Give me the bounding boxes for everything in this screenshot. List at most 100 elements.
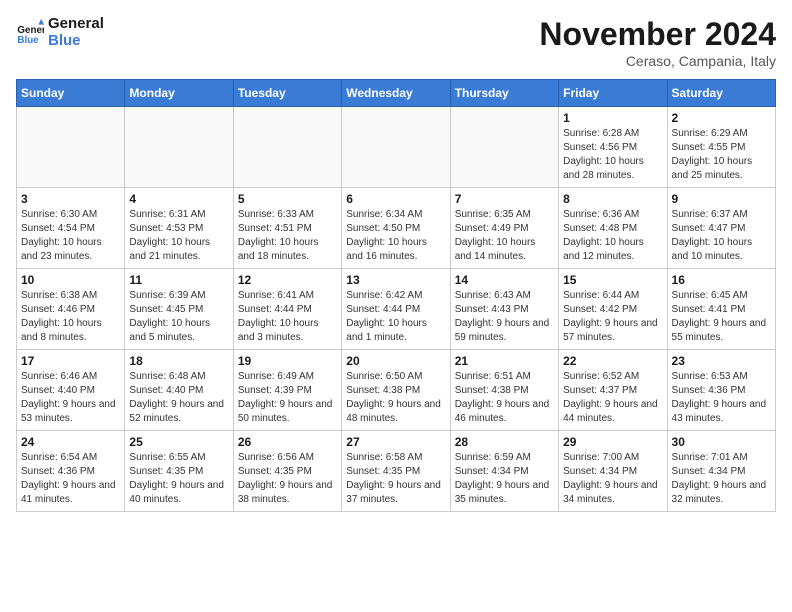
calendar-day-cell: 8Sunrise: 6:36 AMSunset: 4:48 PMDaylight… xyxy=(559,188,667,269)
day-number: 1 xyxy=(563,111,662,125)
day-info: Sunrise: 6:42 AMSunset: 4:44 PMDaylight:… xyxy=(346,289,445,345)
calendar-day-cell: 3Sunrise: 6:30 AMSunset: 4:54 PMDaylight… xyxy=(17,188,125,269)
calendar-week-row: 17Sunrise: 6:46 AMSunset: 4:40 PMDayligh… xyxy=(17,350,776,431)
day-number: 23 xyxy=(672,354,771,368)
day-number: 27 xyxy=(346,435,445,449)
calendar-day-cell: 28 Sunrise: 6:59 AMSunset: 4:34 PMDayligh… xyxy=(450,431,558,512)
day-info: Sunrise: 6:45 AMSunset: 4:41 PMDaylight:… xyxy=(672,289,771,345)
day-info: Sunrise: 6:28 AMSunset: 4:56 PMDaylight:… xyxy=(563,127,662,183)
day-info: Sunrise: 6:44 AMSunset: 4:42 PMDaylight:… xyxy=(563,289,662,345)
day-info: Sunrise: 7:01 AMSunset: 4:34 PMDaylight:… xyxy=(672,451,771,507)
day-number: 25 xyxy=(129,435,228,449)
calendar-day-cell: 20 Sunrise: 6:50 AMSunset: 4:38 PMDayligh… xyxy=(342,350,450,431)
day-number: 11 xyxy=(129,273,228,287)
calendar-day-cell: 7 Sunrise: 6:35 AMSunset: 4:49 PMDaylight… xyxy=(450,188,558,269)
calendar-day-cell: 24 Sunrise: 6:54 AMSunset: 4:36 PMDayligh… xyxy=(17,431,125,512)
day-info: Sunrise: 6:33 AMSunset: 4:51 PMDaylight:… xyxy=(238,208,337,264)
header-wednesday: Wednesday xyxy=(342,80,450,107)
day-info: Sunrise: 6:43 AMSunset: 4:43 PMDaylight:… xyxy=(455,289,554,345)
logo-line1: General xyxy=(48,16,104,33)
day-info: Sunrise: 6:39 AMSunset: 4:45 PMDaylight:… xyxy=(129,289,228,345)
day-number: 19 xyxy=(238,354,337,368)
day-info: Sunrise: 6:29 AMSunset: 4:55 PMDaylight:… xyxy=(672,127,771,183)
month-title: November 2024 xyxy=(539,16,776,53)
calendar-header-row: SundayMondayTuesdayWednesdayThursdayFrid… xyxy=(17,80,776,107)
calendar-day-cell: 26Sunrise: 6:56 AMSunset: 4:35 PMDayligh… xyxy=(233,431,341,512)
calendar-day-cell: 1 Sunrise: 6:28 AMSunset: 4:56 PMDaylight… xyxy=(559,107,667,188)
logo-line2: Blue xyxy=(48,33,104,50)
day-info: Sunrise: 6:46 AMSunset: 4:40 PMDaylight:… xyxy=(21,370,120,426)
day-number: 10 xyxy=(21,273,120,287)
day-info: Sunrise: 6:55 AMSunset: 4:35 PMDaylight:… xyxy=(129,451,228,507)
calendar-week-row: 1 Sunrise: 6:28 AMSunset: 4:56 PMDaylight… xyxy=(17,107,776,188)
header-sunday: Sunday xyxy=(17,80,125,107)
calendar-day-cell: 12 Sunrise: 6:41 AMSunset: 4:44 PMDayligh… xyxy=(233,269,341,350)
calendar-day-cell: 29 Sunrise: 7:00 AMSunset: 4:34 PMDayligh… xyxy=(559,431,667,512)
day-number: 4 xyxy=(129,192,228,206)
calendar-day-cell: 25 Sunrise: 6:55 AMSunset: 4:35 PMDayligh… xyxy=(125,431,233,512)
calendar-day-cell: 11 Sunrise: 6:39 AMSunset: 4:45 PMDayligh… xyxy=(125,269,233,350)
day-info: Sunrise: 6:41 AMSunset: 4:44 PMDaylight:… xyxy=(238,289,337,345)
calendar-day-cell: 14Sunrise: 6:43 AMSunset: 4:43 PMDayligh… xyxy=(450,269,558,350)
day-number: 30 xyxy=(672,435,771,449)
title-area: November 2024 Ceraso, Campania, Italy xyxy=(539,16,776,69)
day-info: Sunrise: 6:59 AMSunset: 4:34 PMDaylight:… xyxy=(455,451,554,507)
day-number: 26 xyxy=(238,435,337,449)
calendar-day-cell xyxy=(342,107,450,188)
day-info: Sunrise: 6:50 AMSunset: 4:38 PMDaylight:… xyxy=(346,370,445,426)
calendar-day-cell xyxy=(17,107,125,188)
calendar-day-cell: 18 Sunrise: 6:48 AMSunset: 4:40 PMDayligh… xyxy=(125,350,233,431)
calendar-day-cell: 2 Sunrise: 6:29 AMSunset: 4:55 PMDaylight… xyxy=(667,107,775,188)
day-info: Sunrise: 6:48 AMSunset: 4:40 PMDaylight:… xyxy=(129,370,228,426)
calendar-day-cell: 16 Sunrise: 6:45 AMSunset: 4:41 PMDayligh… xyxy=(667,269,775,350)
calendar-week-row: 10 Sunrise: 6:38 AMSunset: 4:46 PMDayligh… xyxy=(17,269,776,350)
header-monday: Monday xyxy=(125,80,233,107)
day-number: 13 xyxy=(346,273,445,287)
day-number: 21 xyxy=(455,354,554,368)
day-info: Sunrise: 6:38 AMSunset: 4:46 PMDaylight:… xyxy=(21,289,120,345)
day-number: 18 xyxy=(129,354,228,368)
day-info: Sunrise: 6:58 AMSunset: 4:35 PMDaylight:… xyxy=(346,451,445,507)
logo: General Blue General Blue xyxy=(16,16,104,49)
calendar-day-cell: 13 Sunrise: 6:42 AMSunset: 4:44 PMDayligh… xyxy=(342,269,450,350)
svg-text:Blue: Blue xyxy=(17,34,39,45)
day-number: 2 xyxy=(672,111,771,125)
day-number: 9 xyxy=(672,192,771,206)
day-number: 3 xyxy=(21,192,120,206)
day-info: Sunrise: 6:35 AMSunset: 4:49 PMDaylight:… xyxy=(455,208,554,264)
day-number: 12 xyxy=(238,273,337,287)
day-info: Sunrise: 6:54 AMSunset: 4:36 PMDaylight:… xyxy=(21,451,120,507)
calendar-week-row: 24 Sunrise: 6:54 AMSunset: 4:36 PMDayligh… xyxy=(17,431,776,512)
day-info: Sunrise: 6:51 AMSunset: 4:38 PMDaylight:… xyxy=(455,370,554,426)
header-tuesday: Tuesday xyxy=(233,80,341,107)
calendar-day-cell: 17Sunrise: 6:46 AMSunset: 4:40 PMDayligh… xyxy=(17,350,125,431)
day-number: 29 xyxy=(563,435,662,449)
logo-icon: General Blue xyxy=(16,19,44,47)
calendar-day-cell: 10 Sunrise: 6:38 AMSunset: 4:46 PMDayligh… xyxy=(17,269,125,350)
calendar-day-cell: 21 Sunrise: 6:51 AMSunset: 4:38 PMDayligh… xyxy=(450,350,558,431)
day-number: 7 xyxy=(455,192,554,206)
day-number: 24 xyxy=(21,435,120,449)
day-number: 16 xyxy=(672,273,771,287)
day-info: Sunrise: 6:53 AMSunset: 4:36 PMDaylight:… xyxy=(672,370,771,426)
calendar-day-cell: 9 Sunrise: 6:37 AMSunset: 4:47 PMDaylight… xyxy=(667,188,775,269)
day-number: 6 xyxy=(346,192,445,206)
day-info: Sunrise: 7:00 AMSunset: 4:34 PMDaylight:… xyxy=(563,451,662,507)
header: General Blue General Blue November 2024 … xyxy=(16,16,776,69)
calendar-day-cell xyxy=(233,107,341,188)
calendar-day-cell: 15 Sunrise: 6:44 AMSunset: 4:42 PMDayligh… xyxy=(559,269,667,350)
day-info: Sunrise: 6:34 AMSunset: 4:50 PMDaylight:… xyxy=(346,208,445,264)
day-number: 8 xyxy=(563,192,662,206)
day-info: Sunrise: 6:52 AMSunset: 4:37 PMDaylight:… xyxy=(563,370,662,426)
day-number: 28 xyxy=(455,435,554,449)
day-number: 15 xyxy=(563,273,662,287)
calendar-day-cell: 19Sunrise: 6:49 AMSunset: 4:39 PMDayligh… xyxy=(233,350,341,431)
day-number: 20 xyxy=(346,354,445,368)
location-subtitle: Ceraso, Campania, Italy xyxy=(539,53,776,69)
header-thursday: Thursday xyxy=(450,80,558,107)
calendar-day-cell: 22Sunrise: 6:52 AMSunset: 4:37 PMDayligh… xyxy=(559,350,667,431)
calendar-day-cell: 30 Sunrise: 7:01 AMSunset: 4:34 PMDayligh… xyxy=(667,431,775,512)
calendar-day-cell: 5Sunrise: 6:33 AMSunset: 4:51 PMDaylight… xyxy=(233,188,341,269)
day-info: Sunrise: 6:37 AMSunset: 4:47 PMDaylight:… xyxy=(672,208,771,264)
calendar-day-cell: 23 Sunrise: 6:53 AMSunset: 4:36 PMDayligh… xyxy=(667,350,775,431)
